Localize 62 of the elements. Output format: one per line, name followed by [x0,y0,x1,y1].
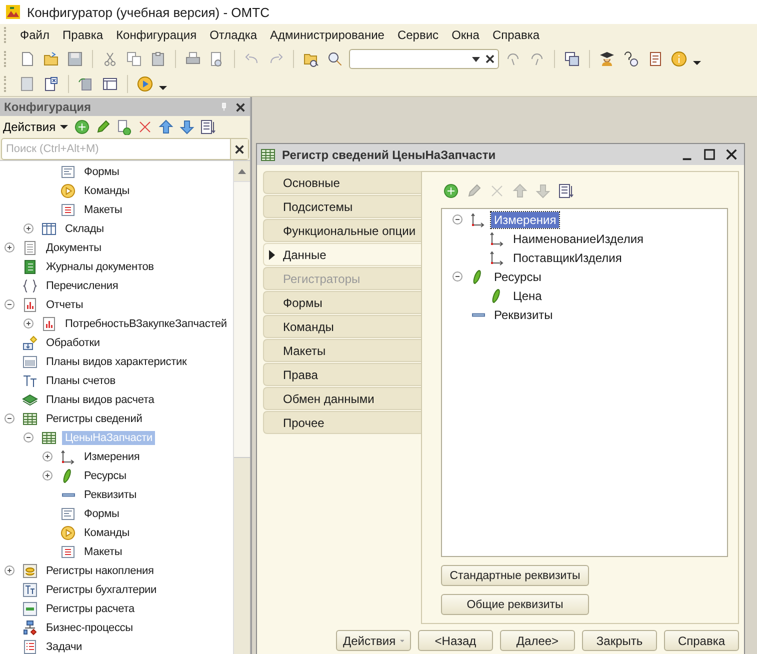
tree-item[interactable]: Склады [62,222,107,236]
tree-item[interactable]: НаименованиеИзделия [510,230,647,246]
tab[interactable]: Подсистемы [263,195,421,218]
tab[interactable]: Данные [263,243,421,266]
tree-item[interactable]: Бизнес-процессы [43,620,136,634]
button[interactable]: Справка [664,630,739,651]
button[interactable]: Закрыть [582,630,657,651]
tree-item[interactable]: ПотребностьВЗакупкеЗапчастей [62,316,230,330]
tab[interactable]: Прочее [263,411,421,434]
tab[interactable]: Формы [263,291,421,314]
tree-item[interactable]: Цена [510,288,545,304]
tree-item[interactable]: Команды [81,526,133,540]
menu-item[interactable]: Отладка [202,28,264,42]
button[interactable]: <Назад [418,630,493,651]
tree-item[interactable]: Регистры расчета [43,602,138,616]
button[interactable]: Далее> [500,630,575,651]
tree-item[interactable]: Реквизиты [81,488,140,502]
search-input[interactable]: Поиск (Ctrl+Alt+M) [2,139,230,159]
tree-item[interactable]: Обработки [43,336,103,350]
tree-item[interactable]: Реквизиты [491,306,556,322]
tab[interactable]: Команды [263,315,421,338]
tree-item[interactable]: Измерения [81,450,143,464]
panel-title: Конфигурация [4,100,92,114]
search-field[interactable]: Поиск (Ctrl+Alt+M) [1,138,249,160]
tree-item[interactable]: Регистры бухгалтерии [43,582,160,596]
actions-menu-button[interactable]: Действия [3,120,71,134]
actions-menu-button[interactable]: Действия [336,630,411,651]
menu-item[interactable]: Окна [444,28,486,42]
tab[interactable]: Функциональные опции [263,219,421,242]
tree-item[interactable]: Задачи [43,640,86,654]
menu-item[interactable]: Файл [13,28,56,42]
tab[interactable]: Права [263,363,421,386]
tree-item[interactable]: Отчеты [43,298,86,312]
tree-item[interactable]: Макеты [81,202,126,216]
button[interactable]: Стандартные реквизиты [441,565,589,586]
button[interactable]: Общие реквизиты [441,594,589,615]
menu-item[interactable]: Конфигурация [109,28,203,42]
tree-item[interactable]: Ресурсы [81,468,130,482]
tab[interactable]: Основные [263,171,421,194]
tree-item[interactable]: Планы видов характеристик [43,354,190,368]
menu-item[interactable]: Правка [56,28,110,42]
tree-item[interactable]: Регистры накопления [43,564,157,578]
tree-item[interactable]: Документы [43,240,104,254]
tree-item[interactable]: Формы [81,506,122,520]
menu-item[interactable]: Администрирование [263,28,390,42]
tree-item[interactable]: Ресурсы [491,268,544,284]
tab[interactable]: Макеты [263,339,421,362]
tree-item[interactable]: Планы счетов [43,374,118,388]
window-title: Конфигуратор (учебная версия) - ОМТС [27,4,270,20]
tree-item[interactable]: ПоставщикИзделия [510,250,625,266]
tree-item[interactable]: Команды [81,184,133,198]
menu-item[interactable]: Справка [485,28,546,42]
tree-item[interactable]: Перечисления [43,278,122,292]
tab[interactable]: Обмен данными [263,387,421,410]
tree-item[interactable]: Планы видов расчета [43,392,158,406]
menu-item[interactable]: Сервис [390,28,445,42]
tree-item[interactable]: Журналы документов [43,260,157,274]
dialog-title: Регистр сведений ЦеныНаЗапчасти [282,148,497,162]
tree-item[interactable]: Измерения [491,212,560,228]
tree-item[interactable]: Макеты [81,544,126,558]
tree-item[interactable]: Регистры сведений [43,412,146,426]
tree-item[interactable]: Формы [81,164,122,178]
